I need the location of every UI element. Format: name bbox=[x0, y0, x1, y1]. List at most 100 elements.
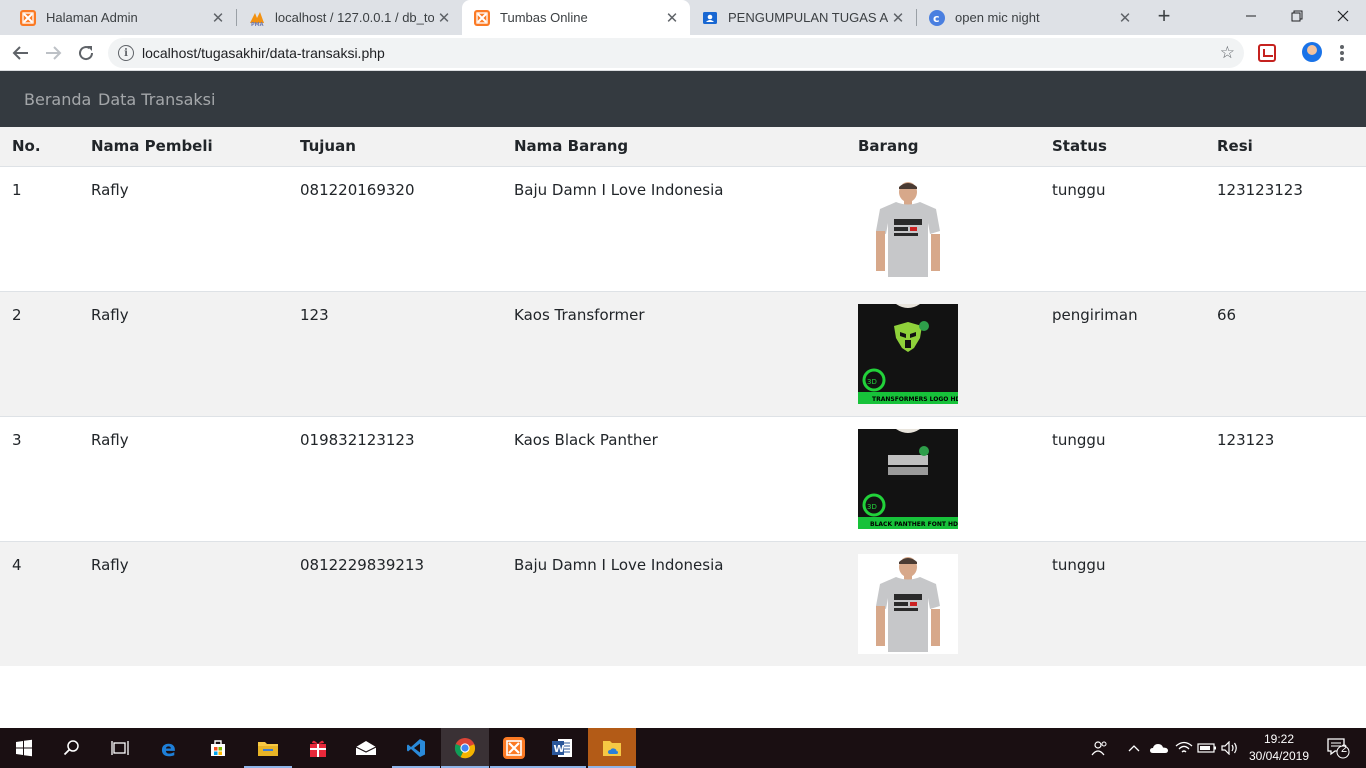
close-window-button[interactable] bbox=[1320, 0, 1366, 32]
table-row: 2 Rafly 123 Kaos Transformer 3D TRANSFOR… bbox=[0, 290, 1366, 416]
taskbar-vscode[interactable] bbox=[392, 728, 440, 768]
cell-no: 1 bbox=[0, 165, 79, 291]
taskbar-xampp[interactable] bbox=[490, 728, 538, 768]
taskbar-word[interactable]: W bbox=[538, 728, 586, 768]
taskbar-chrome[interactable] bbox=[441, 728, 489, 768]
cell-barang-image bbox=[846, 165, 1040, 291]
cell-status: tunggu bbox=[1040, 540, 1205, 666]
chrome-icon bbox=[454, 738, 476, 759]
start-button[interactable] bbox=[0, 728, 48, 768]
people-icon[interactable] bbox=[1088, 728, 1112, 768]
minimize-button[interactable] bbox=[1228, 0, 1274, 32]
cell-no: 2 bbox=[0, 290, 79, 416]
taskbar-edge[interactable]: e bbox=[146, 728, 194, 768]
column-header: Status bbox=[1040, 127, 1205, 167]
back-button[interactable] bbox=[8, 40, 34, 66]
cell-no: 3 bbox=[0, 415, 79, 541]
tab-title: Tumbas Online bbox=[500, 10, 588, 25]
volume-icon[interactable] bbox=[1220, 728, 1240, 768]
wifi-icon[interactable] bbox=[1174, 728, 1194, 768]
tab-title: open mic night bbox=[955, 10, 1040, 25]
column-header: Nama Pembeli bbox=[79, 127, 288, 167]
svg-text:W: W bbox=[554, 744, 565, 755]
cell-barang-image: 3D TRANSFORMERS LOGO HD bbox=[846, 290, 1040, 416]
table-row: 4 Rafly 0812229839213 Baju Damn I Love I… bbox=[0, 540, 1366, 666]
arrow-left-icon bbox=[12, 46, 28, 60]
xampp-icon bbox=[474, 9, 490, 26]
close-icon[interactable]: ✕ bbox=[208, 9, 228, 27]
cell-tujuan: 019832123123 bbox=[288, 415, 502, 541]
cell-nama-pembeli: Rafly bbox=[79, 290, 288, 416]
action-center-button[interactable]: 2 bbox=[1320, 728, 1356, 768]
reload-button[interactable] bbox=[73, 40, 99, 66]
folder-icon bbox=[258, 742, 278, 756]
table-header-row: No. Nama Pembeli Tujuan Nama Barang Bara… bbox=[0, 127, 1366, 167]
clock-date: 30/04/2019 bbox=[1248, 749, 1310, 763]
cell-resi: 66 bbox=[1205, 290, 1366, 416]
svg-text:3D: 3D bbox=[867, 378, 877, 386]
tab-title: Halaman Admin bbox=[46, 10, 138, 25]
browser-tab-strip: Halaman Admin ✕ PMA localhost / 127.0.0.… bbox=[0, 0, 1366, 35]
taskbar-clock[interactable]: 19:22 30/04/2019 bbox=[1240, 731, 1318, 765]
cell-tujuan: 081220169320 bbox=[288, 165, 502, 291]
xampp-icon bbox=[503, 737, 525, 759]
taskbar-gift[interactable] bbox=[294, 728, 342, 768]
task-view-icon bbox=[111, 741, 129, 755]
address-bar[interactable]: i localhost/tugasakhir/data-transaksi.ph… bbox=[108, 38, 1244, 68]
restore-button[interactable] bbox=[1274, 0, 1320, 32]
tab-title: localhost / 127.0.0.1 / db_toko bbox=[275, 10, 434, 25]
cell-nama-pembeli: Rafly bbox=[79, 540, 288, 666]
phpmyadmin-icon: PMA bbox=[249, 10, 265, 26]
browser-menu-button[interactable] bbox=[1336, 43, 1348, 63]
url-text[interactable]: localhost/tugasakhir/data-transaksi.php bbox=[142, 45, 385, 61]
cell-status: pengiriman bbox=[1040, 290, 1205, 416]
column-header: Tujuan bbox=[288, 127, 502, 167]
windows-taskbar: e W 19:22 30/04/2019 2 bbox=[0, 728, 1366, 768]
new-tab-button[interactable]: + bbox=[1152, 5, 1176, 29]
reload-icon bbox=[79, 46, 94, 61]
close-icon[interactable]: ✕ bbox=[1115, 9, 1135, 27]
close-icon[interactable]: ✕ bbox=[888, 9, 908, 27]
bookmark-star-icon[interactable]: ☆ bbox=[1220, 43, 1235, 63]
tab-pengumpulan-tugas[interactable]: PENGUMPULAN TUGAS AKHIR ✕ bbox=[690, 0, 916, 35]
tab-halaman-admin[interactable]: Halaman Admin ✕ bbox=[8, 0, 236, 35]
extension-icon[interactable] bbox=[1258, 44, 1276, 62]
tab-phpmyadmin[interactable]: PMA localhost / 127.0.0.1 / db_toko ✕ bbox=[237, 0, 462, 35]
product-image-grey-tshirt bbox=[858, 553, 958, 654]
cell-nama-barang: Baju Damn I Love Indonesia bbox=[502, 165, 846, 291]
cell-tujuan: 123 bbox=[288, 290, 502, 416]
battery-icon[interactable] bbox=[1196, 728, 1218, 768]
taskbar-file-explorer[interactable] bbox=[244, 728, 292, 768]
edge-icon: e bbox=[161, 737, 176, 759]
cell-no: 4 bbox=[0, 540, 79, 666]
close-icon[interactable]: ✕ bbox=[434, 9, 454, 27]
cell-barang-image: 3D BLACK PANTHER FONT HD bbox=[846, 415, 1040, 541]
chevron-up-icon[interactable] bbox=[1124, 728, 1144, 768]
cell-resi: 123123123 bbox=[1205, 165, 1366, 291]
svg-text:3D: 3D bbox=[867, 503, 877, 511]
avatar[interactable] bbox=[1302, 42, 1322, 62]
windows-logo-icon bbox=[16, 739, 32, 757]
folder-cloud-icon bbox=[603, 741, 621, 756]
cell-nama-pembeli: Rafly bbox=[79, 165, 288, 291]
store-icon bbox=[211, 740, 225, 756]
info-icon[interactable]: i bbox=[118, 45, 134, 61]
column-header: Resi bbox=[1205, 127, 1366, 167]
word-icon: W bbox=[552, 739, 572, 757]
nav-link-data-transaksi[interactable]: Data Transaksi bbox=[98, 90, 215, 109]
task-view-button[interactable] bbox=[96, 728, 144, 768]
classroom-icon bbox=[702, 10, 718, 26]
tab-tumbas-online[interactable]: Tumbas Online ✕ bbox=[462, 0, 690, 35]
svg-text:TRANSFORMERS LOGO HD: TRANSFORMERS LOGO HD bbox=[872, 396, 958, 403]
taskbar-mail[interactable] bbox=[342, 728, 390, 768]
close-icon[interactable]: ✕ bbox=[662, 9, 682, 27]
table-row: 3 Rafly 019832123123 Kaos Black Panther … bbox=[0, 415, 1366, 541]
taskbar-store[interactable] bbox=[194, 728, 242, 768]
onedrive-icon[interactable] bbox=[1148, 728, 1170, 768]
table-header: No. Nama Pembeli Tujuan Nama Barang Bara… bbox=[0, 127, 1366, 167]
nav-link-beranda[interactable]: Beranda bbox=[24, 90, 91, 109]
taskbar-orange-app[interactable] bbox=[588, 728, 636, 768]
tab-open-mic-night[interactable]: c open mic night ✕ bbox=[917, 0, 1143, 35]
forward-button[interactable] bbox=[40, 40, 66, 66]
search-button[interactable] bbox=[48, 728, 96, 768]
